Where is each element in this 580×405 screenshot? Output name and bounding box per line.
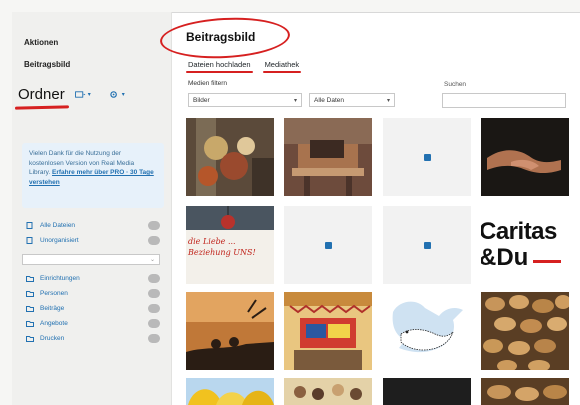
media-item-crowd[interactable] (284, 378, 372, 405)
folder-label: Unorganisiert (40, 237, 79, 244)
folder-item[interactable]: Beiträge (26, 301, 160, 316)
folder-heading: Ordner (18, 86, 65, 103)
folder-label: Einrichtungen (40, 275, 80, 282)
count-badge (148, 274, 160, 283)
media-item-placeholder[interactable] (284, 206, 372, 284)
folder-icon (26, 275, 34, 282)
media-item-placeholder[interactable] (383, 206, 471, 284)
gear-icon (110, 91, 117, 98)
umbrellas-thumbnail (186, 378, 274, 405)
chevron-down-icon: ▾ (121, 92, 125, 98)
folder-icon (26, 320, 34, 327)
search-input[interactable] (442, 93, 566, 108)
files-icon (26, 222, 34, 229)
media-item-placeholder[interactable] (383, 118, 471, 196)
tab-upload-files[interactable]: Dateien hochladen (186, 60, 253, 73)
count-badge (148, 319, 160, 328)
unsorted-icon (26, 237, 34, 244)
media-item-sunset[interactable] (186, 292, 274, 370)
media-item-bread[interactable] (481, 292, 569, 370)
media-item-bread-2[interactable] (481, 378, 569, 405)
folder-all-files[interactable]: Alle Dateien (26, 218, 160, 233)
logo-line-1: Caritas (481, 218, 557, 245)
media-tabs: Dateien hochladen Mediathek (186, 60, 301, 73)
select-value: Bilder (193, 96, 210, 104)
media-item-flags[interactable] (284, 292, 372, 370)
bread-2-thumbnail (481, 378, 569, 405)
date-select[interactable]: Alle Daten ▾ (309, 93, 395, 107)
logo-accent-line (533, 260, 561, 263)
folder-label: Angebote (40, 320, 68, 327)
folder-sidebar (12, 12, 172, 405)
folder-label: Personen (40, 290, 68, 297)
select-value: Alle Daten (314, 96, 344, 104)
pro-notice: Vielen Dank für die Nutzung der kostenlo… (22, 143, 164, 208)
logo-line-2: &Du (481, 244, 529, 271)
crowd-thumbnail (284, 378, 372, 405)
folder-icon (26, 335, 34, 342)
sidebar-subtitle: Beitragsbild (24, 60, 71, 69)
folder-search-input[interactable]: ⌄ (22, 254, 160, 265)
image-placeholder-icon (325, 242, 332, 249)
folder-icon (26, 290, 34, 297)
media-item-hands[interactable] (481, 118, 569, 196)
media-type-select[interactable]: Bilder ▾ (188, 93, 302, 107)
media-item-poster[interactable]: die Liebe ... Beziehung UNS! (186, 206, 274, 284)
flags-thumbnail (284, 292, 372, 370)
bread-thumbnail (481, 292, 569, 370)
tab-media-library[interactable]: Mediathek (262, 60, 301, 73)
count-badge (148, 304, 160, 313)
folder-item[interactable]: Einrichtungen (26, 271, 160, 286)
poster-text: die Liebe ... Beziehung UNS! (188, 237, 256, 257)
count-badge (148, 289, 160, 298)
folder-label: Alle Dateien (40, 222, 76, 229)
folder-toolbar: Ordner ▾ ▾ (18, 86, 125, 103)
folder-settings-button[interactable]: ▾ (109, 90, 125, 99)
count-badge (148, 334, 160, 343)
count-badge (148, 236, 160, 245)
image-placeholder-icon (424, 242, 431, 249)
count-badge (148, 221, 160, 230)
folder-label: Drucken (40, 335, 65, 342)
media-item-dark[interactable] (383, 378, 471, 405)
filter-label: Medien filtern (188, 80, 228, 87)
folder-label: Beiträge (40, 305, 65, 312)
folder-add-icon (74, 91, 86, 98)
hands-thumbnail (481, 118, 569, 196)
collapse-icon[interactable]: ⌄ (150, 256, 155, 263)
image-placeholder-icon (424, 154, 431, 161)
folder-item[interactable]: Personen (26, 286, 160, 301)
media-item-flowers[interactable] (186, 118, 274, 196)
folder-tree: Alle Dateien Unorganisiert ⌄ Einrichtung… (22, 218, 160, 346)
media-item-altar[interactable] (284, 118, 372, 196)
altar-thumbnail (284, 118, 372, 196)
folder-icon (26, 305, 34, 312)
dove-thumbnail (383, 292, 471, 370)
chevron-down-icon: ▾ (386, 97, 390, 104)
actions-heading: Aktionen (24, 38, 59, 47)
chevron-down-icon: ▾ (87, 92, 91, 98)
new-folder-button[interactable]: ▾ (74, 90, 91, 99)
folder-item[interactable]: Drucken (26, 331, 160, 346)
page-title: Beitragsbild (186, 30, 256, 44)
folder-item[interactable]: Angebote (26, 316, 160, 331)
flowers-thumbnail (186, 118, 274, 196)
search-label: Suchen (444, 81, 467, 88)
folder-unorganized[interactable]: Unorganisiert (26, 233, 160, 248)
chevron-down-icon: ▾ (293, 97, 297, 104)
media-item-caritas-logo[interactable]: Caritas &Du (481, 206, 569, 284)
media-item-umbrellas[interactable] (186, 378, 274, 405)
media-item-dove[interactable] (383, 292, 471, 370)
sunset-thumbnail (186, 292, 274, 370)
